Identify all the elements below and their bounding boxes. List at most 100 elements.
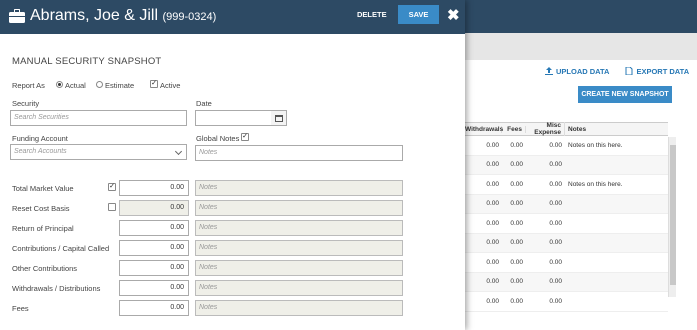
table-row[interactable]: 0.00 0.00 0.00 <box>465 214 668 234</box>
estimate-label: Estimate <box>105 81 135 90</box>
table-row[interactable]: 0.00 0.00 0.00 Notes on this here. <box>465 175 668 195</box>
actual-radio[interactable] <box>56 81 63 88</box>
global-notes-label: Global Notes <box>196 134 240 143</box>
other-contributions-amount-input[interactable]: 0.00 <box>119 260 189 276</box>
table-cell: 0.00 <box>510 141 523 149</box>
total-market-value-label: Total Market Value <box>12 184 74 193</box>
table-row[interactable]: 0.00 0.00 0.00 <box>465 194 668 214</box>
reset-cost-basis-notes-input[interactable]: Notes <box>195 200 403 216</box>
col-notes[interactable]: Notes <box>565 126 668 133</box>
snapshot-actions: UPLOAD DATA EXPORT DATA <box>545 66 690 76</box>
contributions-capital-called-amount-input[interactable]: 0.00 <box>119 240 189 256</box>
table-cell: 0.00 <box>486 141 499 149</box>
other-contributions-label: Other Contributions <box>12 264 78 273</box>
scrollbar-thumb[interactable] <box>670 145 676 285</box>
table-cell: 0.00 <box>549 239 562 247</box>
section-title: MANUAL SECURITY SNAPSHOT <box>12 56 162 67</box>
table-cell: 0.00 <box>486 180 499 188</box>
table-cell: 0.00 <box>510 239 523 247</box>
briefcase-icon <box>9 9 25 23</box>
other-contributions-notes-input[interactable]: Notes <box>195 260 403 276</box>
table-cell: 0.00 <box>510 200 523 208</box>
contributions-capital-called-notes-input[interactable]: Notes <box>195 240 403 256</box>
funding-account-select[interactable]: Search Accounts <box>10 144 187 160</box>
export-data-label: EXPORT DATA <box>636 67 690 76</box>
export-file-icon <box>625 66 633 76</box>
table-cell: 0.00 <box>549 258 562 266</box>
withdrawals-distributions-label: Withdrawals / Distributions <box>12 284 101 293</box>
return-of-principal-notes-input[interactable]: Notes <box>195 220 403 236</box>
table-cell: 0.00 <box>486 297 499 305</box>
actual-label: Actual <box>65 81 86 90</box>
delete-button[interactable]: DELETE <box>357 10 387 19</box>
global-notes-checkbox[interactable]: ✓ <box>241 133 249 141</box>
table-row[interactable]: 0.00 0.00 0.00 <box>465 253 668 273</box>
app-frame: UPLOAD DATA EXPORT DATA CREATE NEW SNAPS… <box>0 0 697 330</box>
date-input[interactable] <box>195 110 272 126</box>
close-icon[interactable]: ✖ <box>447 6 460 24</box>
col-withdrawals[interactable]: Withdrawals <box>465 125 503 133</box>
security-search-input[interactable]: Search Securities <box>10 110 187 126</box>
fees-amount-input[interactable]: 0.00 <box>119 300 189 316</box>
table-cell: 0.00 <box>486 219 499 227</box>
upload-data-link[interactable]: UPLOAD DATA <box>545 67 609 76</box>
table-cell: 0.00 <box>486 161 499 169</box>
table-cell: 0.00 <box>510 219 523 227</box>
table-scrollbar[interactable] <box>668 137 676 297</box>
export-data-link[interactable]: EXPORT DATA <box>625 66 690 76</box>
create-new-snapshot-button[interactable]: CREATE NEW SNAPSHOT <box>578 86 672 103</box>
table-cell: 0.00 <box>510 180 523 188</box>
total-market-value-checkbox[interactable]: ✓ <box>108 183 116 191</box>
save-button[interactable]: SAVE <box>398 5 439 24</box>
fees-notes-input[interactable]: Notes <box>195 300 403 316</box>
table-cell: 0.00 <box>549 180 562 188</box>
table-cell: 0.00 <box>486 200 499 208</box>
col-fees[interactable]: Fees <box>502 125 526 133</box>
table-cell: 0.00 <box>486 239 499 247</box>
table-row[interactable]: 0.00 0.00 0.00 <box>465 155 668 175</box>
return-of-principal-amount-input[interactable]: 0.00 <box>119 220 189 236</box>
security-label: Security <box>12 99 40 108</box>
table-cell: 0.00 <box>510 297 523 305</box>
dialog-header: Abrams, Joe & Jill (999-0324) DELETE SAV… <box>0 0 465 34</box>
reset-cost-basis-checkbox[interactable] <box>108 203 116 211</box>
table-row[interactable]: 0.00 0.00 0.00 Notes on this here. <box>465 136 668 156</box>
withdrawals-distributions-notes-input[interactable]: Notes <box>195 280 403 296</box>
table-header: Withdrawals Fees Misc Expense Notes <box>465 122 668 136</box>
table-cell: 0.00 <box>549 219 562 227</box>
return-of-principal-label: Return of Principal <box>12 224 74 233</box>
table-cell: Notes on this here. <box>568 180 623 188</box>
table-cell: 0.00 <box>549 141 562 149</box>
reset-cost-basis-label: Reset Cost Basis <box>12 204 70 213</box>
col-misc-expense[interactable]: Misc Expense <box>526 122 565 136</box>
table-row[interactable]: 0.00 0.00 0.00 <box>465 272 668 292</box>
table-cell: 0.00 <box>486 278 499 286</box>
snapshot-dialog: Abrams, Joe & Jill (999-0324) DELETE SAV… <box>0 0 465 330</box>
active-checkbox[interactable]: ✓ <box>150 80 158 88</box>
calendar-button[interactable] <box>271 110 287 126</box>
upload-data-label: UPLOAD DATA <box>556 67 610 76</box>
reset-cost-basis-amount-input[interactable]: 0.00 <box>119 200 189 216</box>
snapshot-table: Withdrawals Fees Misc Expense Notes 0.00… <box>465 122 668 312</box>
table-cell: 0.00 <box>549 297 562 305</box>
estimate-radio[interactable] <box>96 81 103 88</box>
account-number: (999-0324) <box>162 11 217 23</box>
table-cell: 0.00 <box>510 258 523 266</box>
table-cell: 0.00 <box>510 278 523 286</box>
withdrawals-distributions-amount-input[interactable]: 0.00 <box>119 280 189 296</box>
calendar-icon <box>275 115 283 122</box>
global-notes-input[interactable]: Notes <box>195 145 403 161</box>
table-cell: 0.00 <box>549 161 562 169</box>
total-market-value-notes-input[interactable]: Notes <box>195 180 403 196</box>
table-row[interactable]: 0.00 0.00 0.00 <box>465 292 668 312</box>
fees-label: Fees <box>12 304 29 313</box>
client-name: Abrams, Joe & Jill <box>30 7 159 24</box>
total-market-value-amount-input[interactable]: 0.00 <box>119 180 189 196</box>
upload-icon <box>545 67 553 75</box>
funding-account-label: Funding Account <box>12 134 68 143</box>
table-cell: Notes on this here. <box>568 141 623 149</box>
dialog-title: Abrams, Joe & Jill (999-0324) <box>30 7 216 25</box>
table-top-strip <box>465 108 668 122</box>
table-row[interactable]: 0.00 0.00 0.00 <box>465 233 668 253</box>
table-body: 0.00 0.00 0.00 Notes on this here. 0.00 0.00 0… <box>465 136 668 312</box>
